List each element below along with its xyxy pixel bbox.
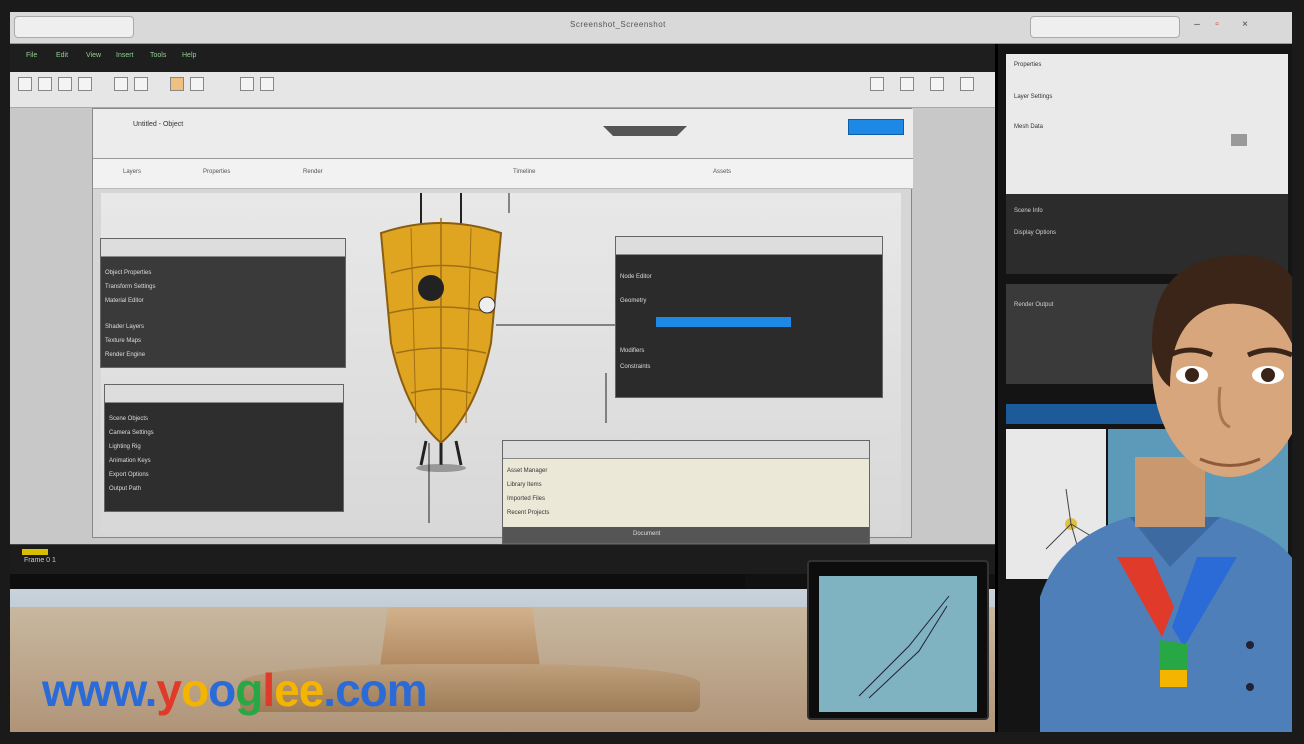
url-part: .com [323, 664, 427, 716]
tool-icon[interactable] [38, 77, 52, 91]
panel-row[interactable]: Constraints [620, 361, 878, 373]
document-header: Untitled - Object [93, 109, 913, 159]
toolbar-properties[interactable]: Properties [203, 169, 230, 175]
secondary-line: Layer Settings [1014, 94, 1053, 100]
tool-icon[interactable] [870, 77, 884, 91]
os-top-bar: Screenshot_Screenshot – ▫ × [10, 12, 1292, 44]
panel-row[interactable]: Render Engine [105, 349, 341, 361]
node-editor-panel: Node Editor Geometry Modifiers Constrain… [615, 236, 883, 398]
asset-panel: Asset Manager Library Items Imported Fil… [502, 440, 870, 544]
tool-icon[interactable] [900, 77, 914, 91]
panel-row[interactable]: Export Options [109, 469, 339, 481]
minimize-icon[interactable]: – [1190, 18, 1204, 32]
panel-header [101, 239, 345, 257]
primary-action-button[interactable] [848, 119, 904, 135]
scene-panel: Scene Objects Camera Settings Lighting R… [104, 384, 344, 512]
panel-footer: Document [503, 527, 869, 543]
secondary-window: Properties Layer Settings Mesh Data [1006, 54, 1288, 194]
secondary-line: Scene Info [1014, 208, 1043, 214]
panel-row[interactable]: Object Properties [105, 267, 341, 279]
yooglee-y-logo-icon [1117, 557, 1237, 687]
panel-row[interactable]: Node Editor [620, 271, 878, 283]
tool-icon[interactable] [134, 77, 148, 91]
toolbar-timeline[interactable]: Timeline [513, 169, 535, 175]
secondary-line: Properties [1014, 62, 1042, 68]
tool-icon[interactable] [78, 77, 92, 91]
timeline-label: Frame 0 1 [24, 557, 56, 564]
panel-row[interactable]: Imported Files [507, 493, 865, 505]
panel-row[interactable]: Recent Projects [507, 507, 865, 519]
cad-application: File Edit View Insert Tools Help Untitle… [10, 44, 995, 544]
tablet-device [807, 560, 989, 720]
address-field[interactable] [1030, 16, 1180, 38]
tool-icon[interactable] [58, 77, 72, 91]
main-monitor: File Edit View Insert Tools Help Untitle… [10, 44, 995, 639]
ribbon-toolbar [10, 72, 995, 108]
panel-footer-label: Document [633, 531, 661, 537]
dock-bar [10, 574, 745, 589]
brand-url: www.yooglee.com [42, 664, 428, 716]
window-title: Screenshot_Screenshot [570, 20, 666, 29]
document-tab-badge[interactable] [603, 126, 687, 136]
panel-row[interactable]: Shader Layers [105, 321, 341, 333]
monitor-stand [380, 607, 540, 667]
menu-file[interactable]: File [26, 52, 37, 59]
url-part: y [156, 664, 182, 716]
close-icon[interactable]: × [1238, 18, 1252, 32]
menu-tools[interactable]: Tools [150, 52, 166, 59]
menu-insert[interactable]: Insert [116, 52, 134, 59]
properties-panel: Object Properties Transform Settings Mat… [100, 238, 346, 368]
panel-row[interactable]: Library Items [507, 479, 865, 491]
secondary-line: Mesh Data [1014, 124, 1044, 130]
secondary-icon[interactable] [1231, 134, 1247, 146]
panel-row[interactable]: Output Path [109, 483, 339, 495]
restore-icon[interactable]: ▫ [1210, 18, 1224, 32]
toolbar-layers[interactable]: Layers [123, 169, 141, 175]
tool-icon[interactable] [170, 77, 184, 91]
tool-icon[interactable] [240, 77, 254, 91]
secondary-line: Display Options [1014, 230, 1057, 236]
url-part: o [181, 664, 209, 716]
url-part: ee [274, 664, 324, 716]
panel-row[interactable]: Material Editor [105, 295, 341, 307]
panel-row[interactable]: Texture Maps [105, 335, 341, 347]
url-part: www. [42, 664, 157, 716]
url-part: g [235, 664, 263, 716]
tool-icon[interactable] [190, 77, 204, 91]
tool-icon[interactable] [260, 77, 274, 91]
tool-icon[interactable] [930, 77, 944, 91]
timeline-marker[interactable] [22, 549, 48, 555]
panel-row[interactable]: Lighting Rig [109, 441, 339, 453]
menu-view[interactable]: View [86, 52, 101, 59]
tool-icon[interactable] [114, 77, 128, 91]
screen-frame: Screenshot_Screenshot – ▫ × File Edit Vi… [10, 12, 1292, 732]
tablet-screen [819, 576, 977, 712]
menu-bar: File Edit View Insert Tools Help [10, 44, 995, 72]
panel-header [503, 441, 869, 459]
panel-row[interactable]: Transform Settings [105, 281, 341, 293]
panel-row[interactable]: Camera Settings [109, 427, 339, 439]
tool-icon[interactable] [18, 77, 32, 91]
document-toolbar: Layers Properties Render Timeline Assets [93, 159, 913, 189]
toolbar-assets[interactable]: Assets [713, 169, 731, 175]
url-part: o [208, 664, 236, 716]
tablet-sketch [858, 595, 950, 699]
panel-row[interactable]: Scene Objects [109, 413, 339, 425]
toolbar-render[interactable]: Render [303, 169, 323, 175]
tool-icon[interactable] [960, 77, 974, 91]
selected-row-highlight[interactable] [656, 317, 791, 327]
browser-tab[interactable] [14, 16, 134, 38]
panel-row[interactable]: Animation Keys [109, 455, 339, 467]
panel-header [105, 385, 343, 403]
document-title: Untitled - Object [133, 121, 184, 128]
menu-help[interactable]: Help [182, 52, 196, 59]
panel-header [616, 237, 882, 255]
panel-row[interactable]: Modifiers [620, 345, 878, 357]
panel-row[interactable]: Geometry [620, 295, 878, 307]
panel-row[interactable]: Asset Manager [507, 465, 865, 477]
menu-edit[interactable]: Edit [56, 52, 68, 59]
url-part: l [262, 664, 275, 716]
